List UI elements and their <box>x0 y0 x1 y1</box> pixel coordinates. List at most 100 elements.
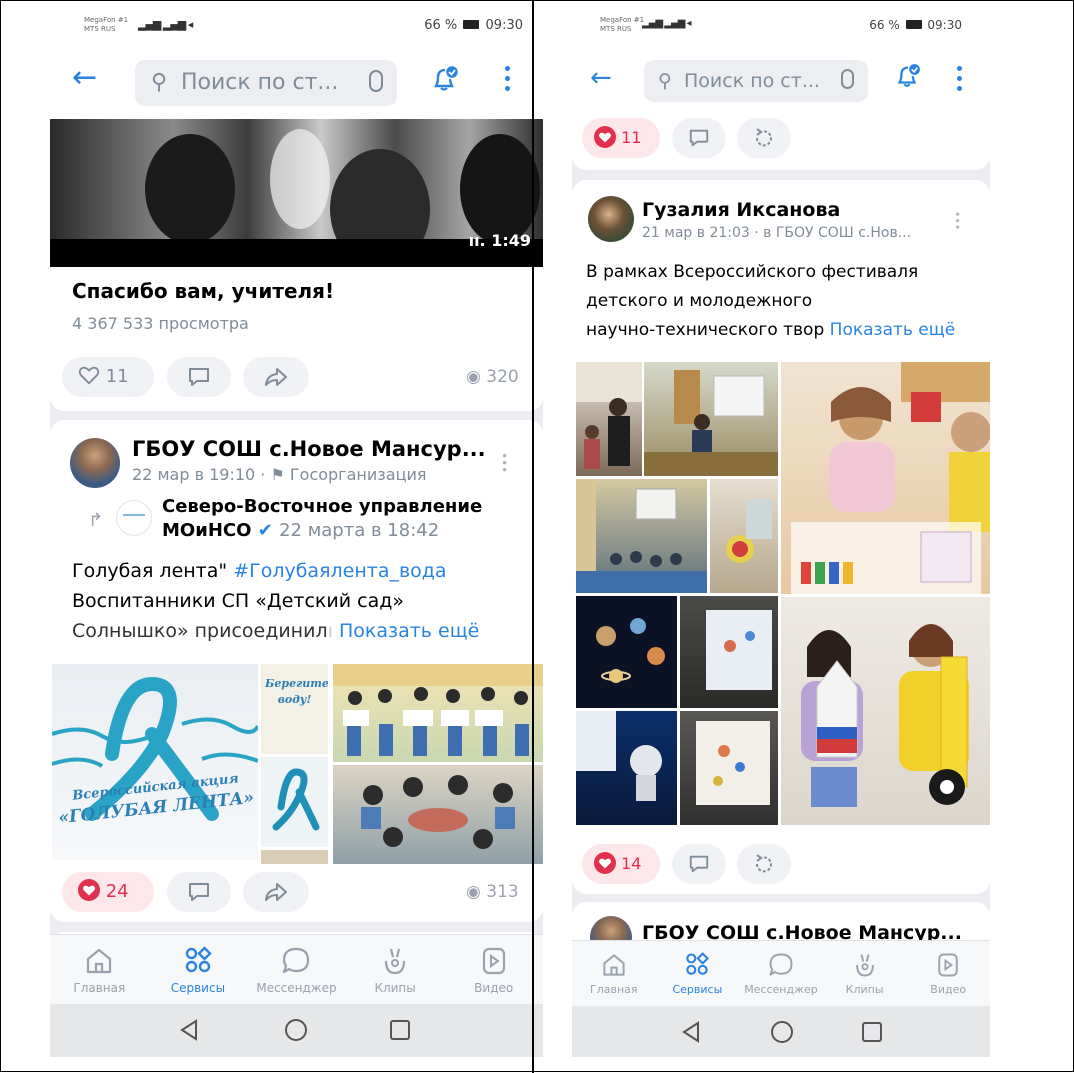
search-icon: ⚲ <box>151 70 168 95</box>
classroom-scene-1 <box>576 362 642 469</box>
classroom-photo-3[interactable] <box>576 479 707 593</box>
system-nav-bar <box>572 1006 990 1057</box>
nav-recents-icon[interactable] <box>388 1018 412 1042</box>
battery-icon <box>905 20 922 29</box>
post-menu-icon[interactable] <box>956 212 960 230</box>
show-more-link[interactable]: Показать ещё <box>830 320 956 340</box>
author-avatar[interactable] <box>70 438 120 488</box>
post-author[interactable]: ГБОУ СОШ с.Новое Мансур... <box>132 437 486 461</box>
carrier-labels: MegaFon #1 MTS RUS <box>600 16 644 34</box>
status-right: 66 % 09:30 <box>424 18 523 33</box>
children-circle-photo[interactable] <box>333 765 543 864</box>
video-icon <box>482 947 505 975</box>
tab-home[interactable]: Главная <box>572 941 656 1011</box>
carrier-2: MTS RUS <box>84 25 116 33</box>
view-count: 313 <box>486 882 519 902</box>
microphone-icon[interactable] <box>841 69 854 89</box>
children-circle-drawing <box>361 775 515 849</box>
tab-messenger[interactable]: Мессенджер <box>739 941 823 1011</box>
space-scene-2 <box>576 711 662 801</box>
like-count: 14 <box>621 854 642 873</box>
post-card: Гузалия Иксанова 21 мар в 21:03 · в ГБОУ… <box>572 180 990 894</box>
notification-bell-icon[interactable] <box>430 64 460 94</box>
status-bar: MegaFon #1 MTS RUS ▂▄▆ ▂▄▆ ◂ 66 % 09:30 <box>572 4 990 46</box>
clock: 09:30 <box>485 18 523 33</box>
repost-source-avatar[interactable] <box>116 500 152 536</box>
projector-scene-1 <box>706 610 772 690</box>
save-water-sign-photo[interactable]: Берегите воду! <box>261 664 328 754</box>
comment-button[interactable] <box>167 357 231 397</box>
video-title[interactable]: Спасибо вам, учителя! <box>72 279 334 303</box>
classroom-photo-1[interactable] <box>576 362 642 476</box>
nav-recents-icon[interactable] <box>860 1020 884 1044</box>
share-button[interactable] <box>243 357 309 397</box>
author-avatar[interactable] <box>588 196 634 242</box>
comment-button[interactable] <box>672 118 726 158</box>
carrier-labels: MegaFon #1 MTS RUS <box>84 16 128 34</box>
comment-button[interactable] <box>672 844 726 884</box>
search-field[interactable]: ⚲ Поиск по ст... <box>135 60 397 106</box>
tab-clips[interactable]: Клипы <box>823 941 907 1011</box>
repost-button[interactable] <box>737 844 791 884</box>
ribbon-card-photo[interactable] <box>261 757 328 847</box>
tab-home-label: Главная <box>590 983 638 996</box>
nav-home-icon[interactable] <box>770 1020 794 1044</box>
repost-author-line2: МОиНСО ✔ 22 марта в 18:42 <box>162 519 482 543</box>
share-button[interactable] <box>243 872 309 912</box>
panel-divider <box>532 1 534 1073</box>
repost-button[interactable] <box>737 118 791 158</box>
more-menu-icon[interactable] <box>505 66 511 92</box>
messenger-icon <box>283 947 310 974</box>
repost-author2: МОиНСО <box>162 520 252 541</box>
kids-rockets-photo[interactable] <box>781 597 990 825</box>
post-menu-icon[interactable] <box>502 453 507 472</box>
home-icon <box>87 948 112 974</box>
repost-source[interactable]: Северо-Восточное управление МОиНСО ✔ 22 … <box>162 495 482 543</box>
tab-services[interactable]: Сервисы <box>149 935 248 1005</box>
projector-photo-2[interactable] <box>680 711 778 825</box>
repost-source-logo <box>123 514 145 516</box>
post-text-line3-body: научно-технического твор <box>586 320 825 340</box>
nav-back-icon[interactable] <box>680 1020 702 1044</box>
more-menu-icon[interactable] <box>957 66 963 92</box>
space-screen-photo-2[interactable] <box>576 711 677 825</box>
like-button[interactable]: 11 <box>582 118 660 158</box>
tab-messenger[interactable]: Мессенджер <box>247 935 346 1005</box>
tab-clips[interactable]: Клипы <box>346 935 445 1005</box>
tab-video[interactable]: Видео <box>906 941 990 1011</box>
bottom-tab-bar: Главная Сервисы Мессенджер Клипы Видео <box>572 940 990 1006</box>
search-field[interactable]: ⚲ Поиск по ст... <box>644 60 868 102</box>
thumbnail-strip <box>261 850 328 864</box>
post-text-line2: детского и молодежного <box>586 291 813 311</box>
like-button[interactable]: 14 <box>582 844 660 884</box>
back-arrow-icon[interactable]: ← <box>590 62 612 94</box>
back-arrow-icon[interactable]: ← <box>72 62 97 94</box>
nav-home-icon[interactable] <box>284 1018 308 1042</box>
heart-filled-icon <box>594 851 616 874</box>
classroom-photo-4[interactable] <box>710 479 778 593</box>
home-icon <box>603 954 625 976</box>
kids-craft-photo[interactable] <box>781 362 990 594</box>
like-button[interactable]: 11 <box>62 357 154 397</box>
video-thumbnail[interactable]: ıı. 1:49 <box>50 119 543 267</box>
notification-bell-icon[interactable] <box>894 62 922 90</box>
children-group-drawing <box>333 664 543 756</box>
children-signs-photo[interactable] <box>333 664 543 762</box>
nav-back-icon[interactable] <box>178 1018 200 1042</box>
like-button[interactable]: 24 <box>62 872 154 912</box>
tab-video[interactable]: Видео <box>444 935 543 1005</box>
comment-button[interactable] <box>167 872 231 912</box>
tab-services[interactable]: Сервисы <box>656 941 740 1011</box>
classroom-scene-4 <box>726 499 772 563</box>
classroom-photo-2[interactable] <box>644 362 778 476</box>
hashtag-link[interactable]: #Голубаялента_вода <box>233 560 446 582</box>
show-more-link[interactable]: Показать ещё <box>339 620 479 642</box>
post-author[interactable]: Гузалия Иксанова <box>642 199 840 221</box>
space-screen-photo-1[interactable] <box>576 596 677 708</box>
ribbon-poster-photo[interactable]: Всероссийская акция «ГОЛУБАЯ ЛЕНТА» <box>52 664 258 860</box>
projector-photo-1[interactable] <box>680 596 778 708</box>
blue-ribbon-drawing <box>52 676 258 821</box>
microphone-icon[interactable] <box>369 70 383 92</box>
tab-home[interactable]: Главная <box>50 935 149 1005</box>
tab-services-label: Сервисы <box>672 983 723 996</box>
